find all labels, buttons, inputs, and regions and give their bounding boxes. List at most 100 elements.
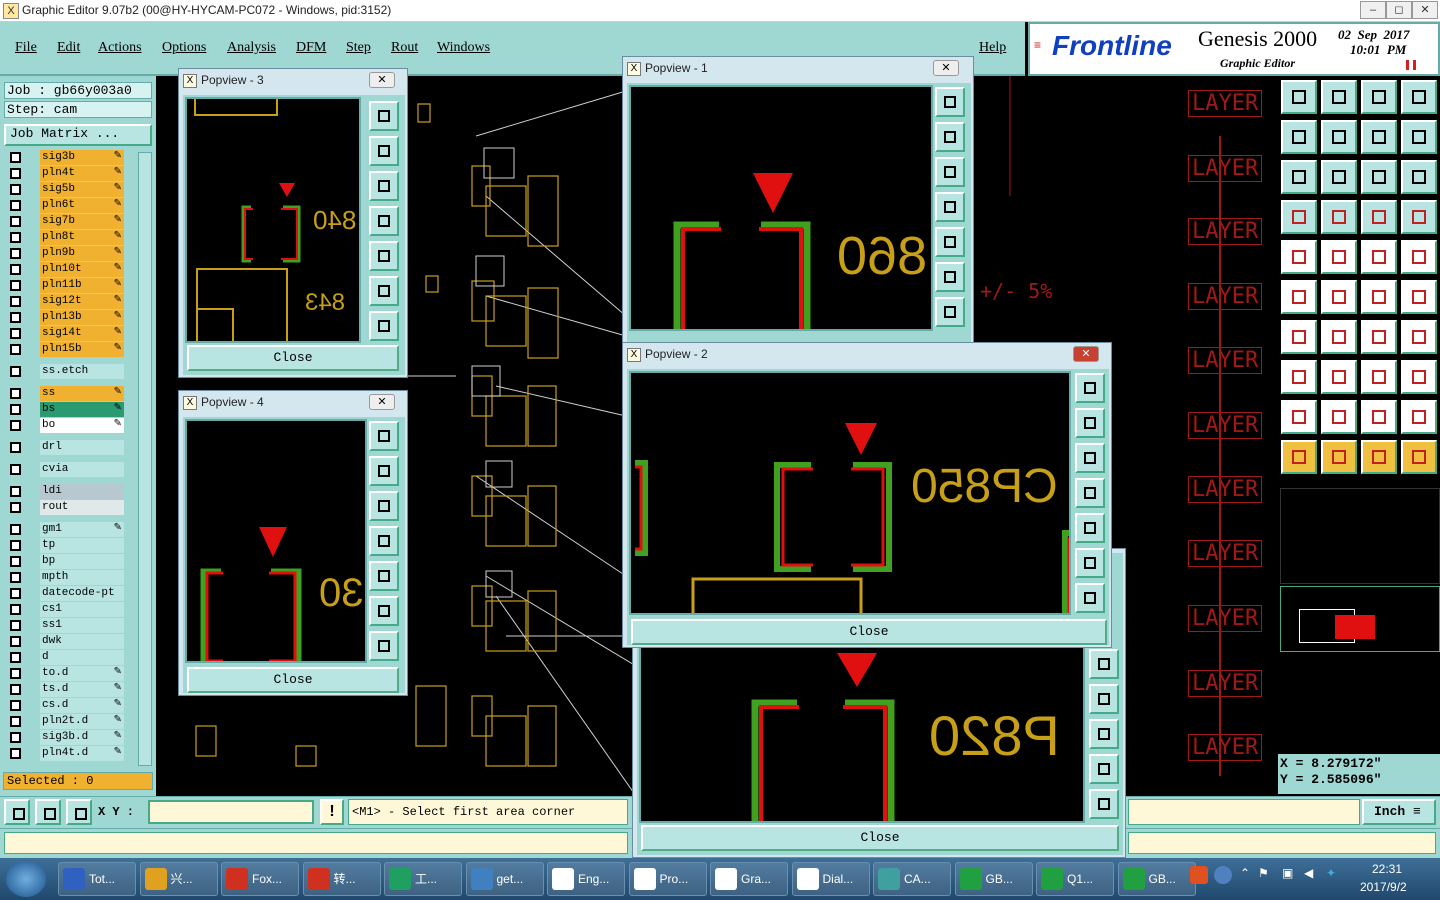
layer-name[interactable]: bp (40, 554, 124, 569)
triangle-b-icon[interactable] (1321, 400, 1357, 434)
zoom-in-icon[interactable] (1075, 548, 1105, 578)
layer-checkbox[interactable] (10, 620, 21, 631)
layer-name[interactable]: cvia (40, 462, 124, 477)
zoom-in-icon[interactable] (369, 596, 399, 626)
taskbar-button[interactable]: Eng... (547, 862, 625, 896)
layer-row[interactable]: bp (6, 554, 124, 569)
minimize-button[interactable]: – (1360, 1, 1386, 19)
ruler-icon[interactable] (1361, 240, 1397, 274)
layer-row[interactable]: rout (6, 500, 124, 515)
layer-name[interactable]: pln8t (40, 230, 124, 245)
layer-row[interactable]: ss ✎ (6, 386, 124, 401)
start-button[interactable] (6, 861, 46, 897)
popview-canvas[interactable]: 860 (629, 85, 933, 331)
arc-icon[interactable] (1361, 320, 1397, 354)
popview-canvas[interactable]: 30 (185, 419, 367, 663)
layer-name[interactable]: tp (40, 538, 124, 553)
taskbar-button[interactable]: Tot... (58, 862, 136, 896)
layer-checkbox[interactable] (10, 248, 21, 259)
close-button[interactable]: Close (187, 667, 399, 693)
layer-name[interactable]: pln11b (40, 278, 124, 293)
taskbar-button[interactable]: CA... (873, 862, 951, 896)
menu-windows[interactable]: Windows (437, 40, 490, 56)
layer-row[interactable]: cs1 (6, 602, 124, 617)
pan-up-icon[interactable] (1075, 408, 1105, 438)
pan-down-icon[interactable] (1089, 649, 1119, 679)
layer-checkbox[interactable] (10, 328, 21, 339)
menu-dfm[interactable]: DFM (296, 40, 326, 56)
pan-down-icon[interactable] (1321, 80, 1357, 114)
shape-icon[interactable] (1401, 360, 1437, 394)
layer-checkbox[interactable] (10, 732, 21, 743)
move-icon[interactable] (1321, 160, 1357, 194)
layer-row[interactable]: pln9b ✎ (6, 246, 124, 261)
layer-checkbox[interactable] (10, 684, 21, 695)
layer-name[interactable]: pln9b (40, 246, 124, 261)
job-matrix-button[interactable]: Job Matrix ... (4, 124, 152, 146)
angle-icon[interactable] (1281, 320, 1317, 354)
layer-name[interactable]: pln13b (40, 310, 124, 325)
select-path-icon[interactable] (1401, 440, 1437, 474)
layer-name[interactable]: rout (40, 500, 124, 515)
layer-row[interactable]: ss1 (6, 618, 124, 633)
volume-icon[interactable]: ◀ (1304, 866, 1313, 880)
layers-icon[interactable] (1361, 200, 1397, 234)
layer-row[interactable]: pln10t ✎ (6, 262, 124, 277)
zoom-out-icon[interactable] (935, 297, 965, 327)
layer-checkbox[interactable] (10, 344, 21, 355)
layer-name[interactable]: sig7b (40, 214, 124, 229)
tray-icon[interactable] (1190, 866, 1208, 884)
window-icon[interactable] (1401, 80, 1437, 114)
layer-row[interactable]: pln4t ✎ (6, 166, 124, 181)
pan-right-icon[interactable] (369, 241, 399, 271)
layer-checkbox[interactable] (10, 366, 21, 377)
pan-up-icon[interactable] (1281, 80, 1317, 114)
menu-rout[interactable]: Rout (391, 40, 418, 56)
layer-checkbox[interactable] (10, 312, 21, 323)
layer-checkbox[interactable] (10, 404, 21, 415)
taskbar-button[interactable]: Pro... (628, 862, 707, 896)
layer-checkbox[interactable] (10, 700, 21, 711)
layer-checkbox[interactable] (10, 168, 21, 179)
layer-checkbox[interactable] (10, 464, 21, 475)
layer-name[interactable]: pln10t (40, 262, 124, 277)
app-tray-icon[interactable]: ✦ (1326, 866, 1336, 880)
triangle-c-icon[interactable] (1361, 400, 1397, 434)
network-icon[interactable]: ▣ (1282, 866, 1293, 880)
layer-name[interactable]: cs.d (40, 698, 124, 713)
pan-left-icon[interactable] (1281, 120, 1317, 154)
snap-grid-icon[interactable] (66, 799, 92, 825)
view-zoom-icon[interactable] (935, 87, 965, 117)
layer-checkbox[interactable] (10, 152, 21, 163)
layer-row[interactable]: sig12t ✎ (6, 294, 124, 309)
pan-down-icon[interactable] (1075, 443, 1105, 473)
layer-name[interactable]: ss.etch (40, 364, 124, 379)
zoom-fit-icon[interactable] (4, 799, 30, 825)
layer-row[interactable]: dwk (6, 634, 124, 649)
layer-checkbox[interactable] (10, 636, 21, 647)
taskbar-button[interactable]: GB... (1117, 862, 1196, 896)
grid-icon[interactable] (1321, 200, 1357, 234)
taskbar-button[interactable]: Fox... (221, 862, 299, 896)
width-icon[interactable] (1361, 360, 1397, 394)
layer-checkbox[interactable] (10, 280, 21, 291)
layer-row[interactable]: drl (6, 440, 124, 455)
layer-row[interactable]: to.d ✎ (6, 666, 124, 681)
pan-left-icon[interactable] (369, 526, 399, 556)
layer-name[interactable]: pln2t.d (40, 714, 124, 729)
taskbar-button[interactable]: Dial... (791, 862, 870, 896)
layer-row[interactable]: pln13b ✎ (6, 310, 124, 325)
layer-checkbox[interactable] (10, 486, 21, 497)
layer-name[interactable]: to.d (40, 666, 124, 681)
pan-down-icon[interactable] (369, 491, 399, 521)
taskbar-button[interactable]: Gra... (710, 862, 788, 896)
close-icon[interactable]: ✕ (933, 60, 959, 76)
layer-row[interactable]: gm1 ✎ (6, 522, 124, 537)
line-icon[interactable] (1321, 240, 1357, 274)
layer-name[interactable]: sig14t (40, 326, 124, 341)
layer-checkbox[interactable] (10, 524, 21, 535)
zoom-area-icon[interactable] (35, 799, 61, 825)
close-icon[interactable]: ✕ (369, 72, 395, 88)
connect-icon[interactable] (1281, 280, 1317, 314)
select-rotate-icon[interactable] (1361, 440, 1397, 474)
